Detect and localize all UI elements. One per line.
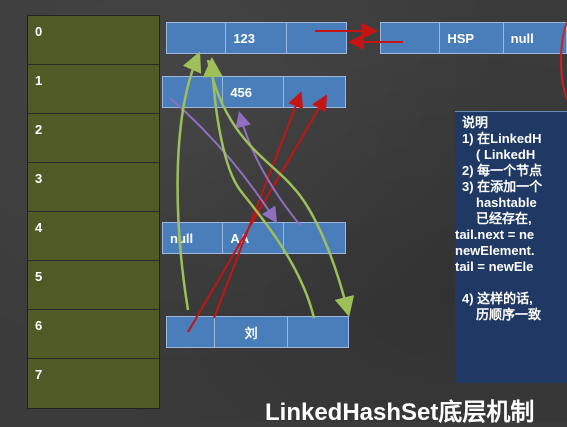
note-line: tail = newEle	[455, 259, 534, 274]
before-arrow	[235, 111, 301, 226]
before-arrow	[213, 91, 304, 319]
note-line: ( LinkedH	[476, 147, 536, 162]
explanation-note: 说明 1) 在LinkedH ( LinkedH 2) 每一个节点 3) 在添加…	[455, 111, 567, 383]
note-line: 1) 在LinkedH	[462, 131, 542, 146]
note-line: 历顺序一致	[476, 307, 542, 322]
note-line: 已经存在,	[476, 211, 532, 226]
note-line: hashtable	[476, 195, 537, 210]
note-line: 3) 在添加一个	[462, 179, 543, 194]
note-line: 2) 每一个节点	[462, 163, 543, 178]
note-line	[462, 275, 567, 291]
before-arrow	[187, 94, 328, 333]
note-title: 说明	[462, 115, 489, 130]
after-arrow	[206, 59, 355, 317]
note-line: 4) 这样的话,	[462, 291, 533, 306]
before-arrow	[176, 51, 202, 311]
note-line: newElement.	[455, 243, 535, 258]
note-line: tail.next = ne	[455, 227, 535, 242]
